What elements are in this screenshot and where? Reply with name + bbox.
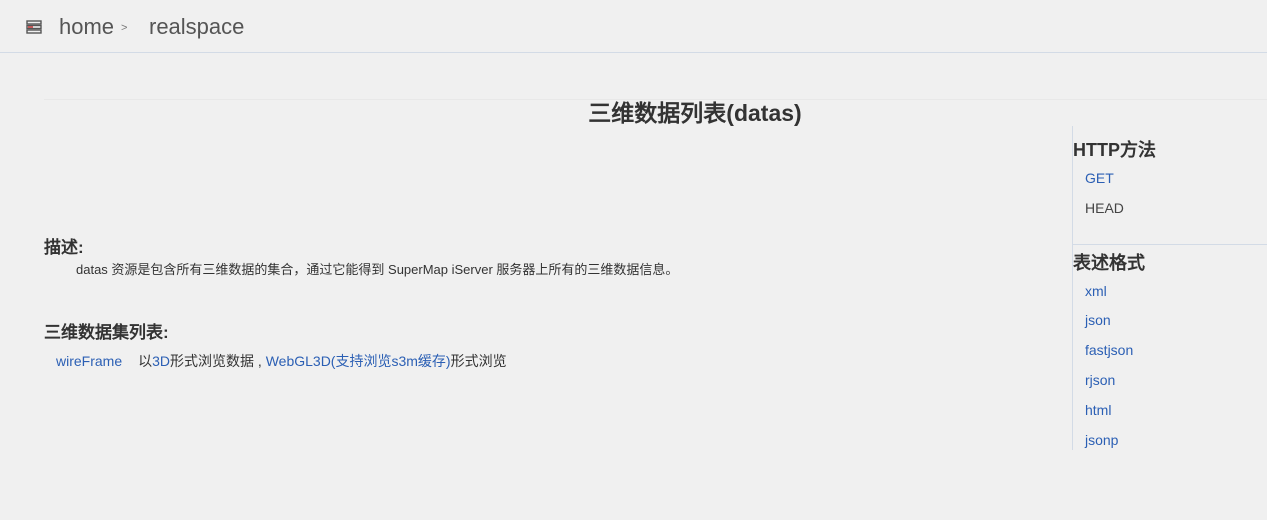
format-xml-link[interactable]: xml [1085, 282, 1107, 301]
format-fastjson-link[interactable]: fastjson [1085, 341, 1133, 360]
format-jsonp-link[interactable]: jsonp [1085, 431, 1118, 450]
dataset-row: wireFrame 以3D形式浏览数据 , WebGL3D(支持浏览s3m缓存)形… [56, 352, 507, 371]
format-json-link[interactable]: json [1085, 311, 1111, 330]
row-text-middle: 形式浏览数据 , [170, 353, 266, 369]
format-rjson-link[interactable]: rjson [1085, 371, 1115, 390]
http-methods-heading: HTTP方法 [1073, 140, 1156, 160]
browse-webgl3d-link[interactable]: WebGL3D(支持浏览s3m缓存) [266, 353, 451, 369]
breadcrumb: home > realspace [0, 0, 1267, 53]
format-html-link[interactable]: html [1085, 401, 1111, 420]
description-text: datas 资源是包含所有三维数据的集合，通过它能得到 SuperMap iSe… [76, 262, 679, 277]
row-text-prefix: 以 [138, 353, 153, 369]
page-title: 三维数据列表(datas) [588, 100, 802, 126]
breadcrumb-separator: > [121, 22, 128, 34]
sidebar-divider [1073, 244, 1267, 245]
formats-heading: 表述格式 [1073, 253, 1145, 273]
dataset-name-link[interactable]: wireFrame [56, 353, 122, 369]
dataset-list-heading: 三维数据集列表: [44, 323, 169, 342]
description-heading: 描述: [44, 238, 84, 257]
browse-3d-link[interactable]: 3D [152, 353, 170, 369]
row-text-suffix: 形式浏览 [450, 353, 507, 369]
breadcrumb-home-link[interactable]: home [59, 13, 114, 41]
list-icon [26, 20, 42, 34]
http-method-get-link[interactable]: GET [1085, 169, 1114, 188]
breadcrumb-current: realspace [149, 14, 245, 39]
http-method-head: HEAD [1085, 200, 1124, 216]
